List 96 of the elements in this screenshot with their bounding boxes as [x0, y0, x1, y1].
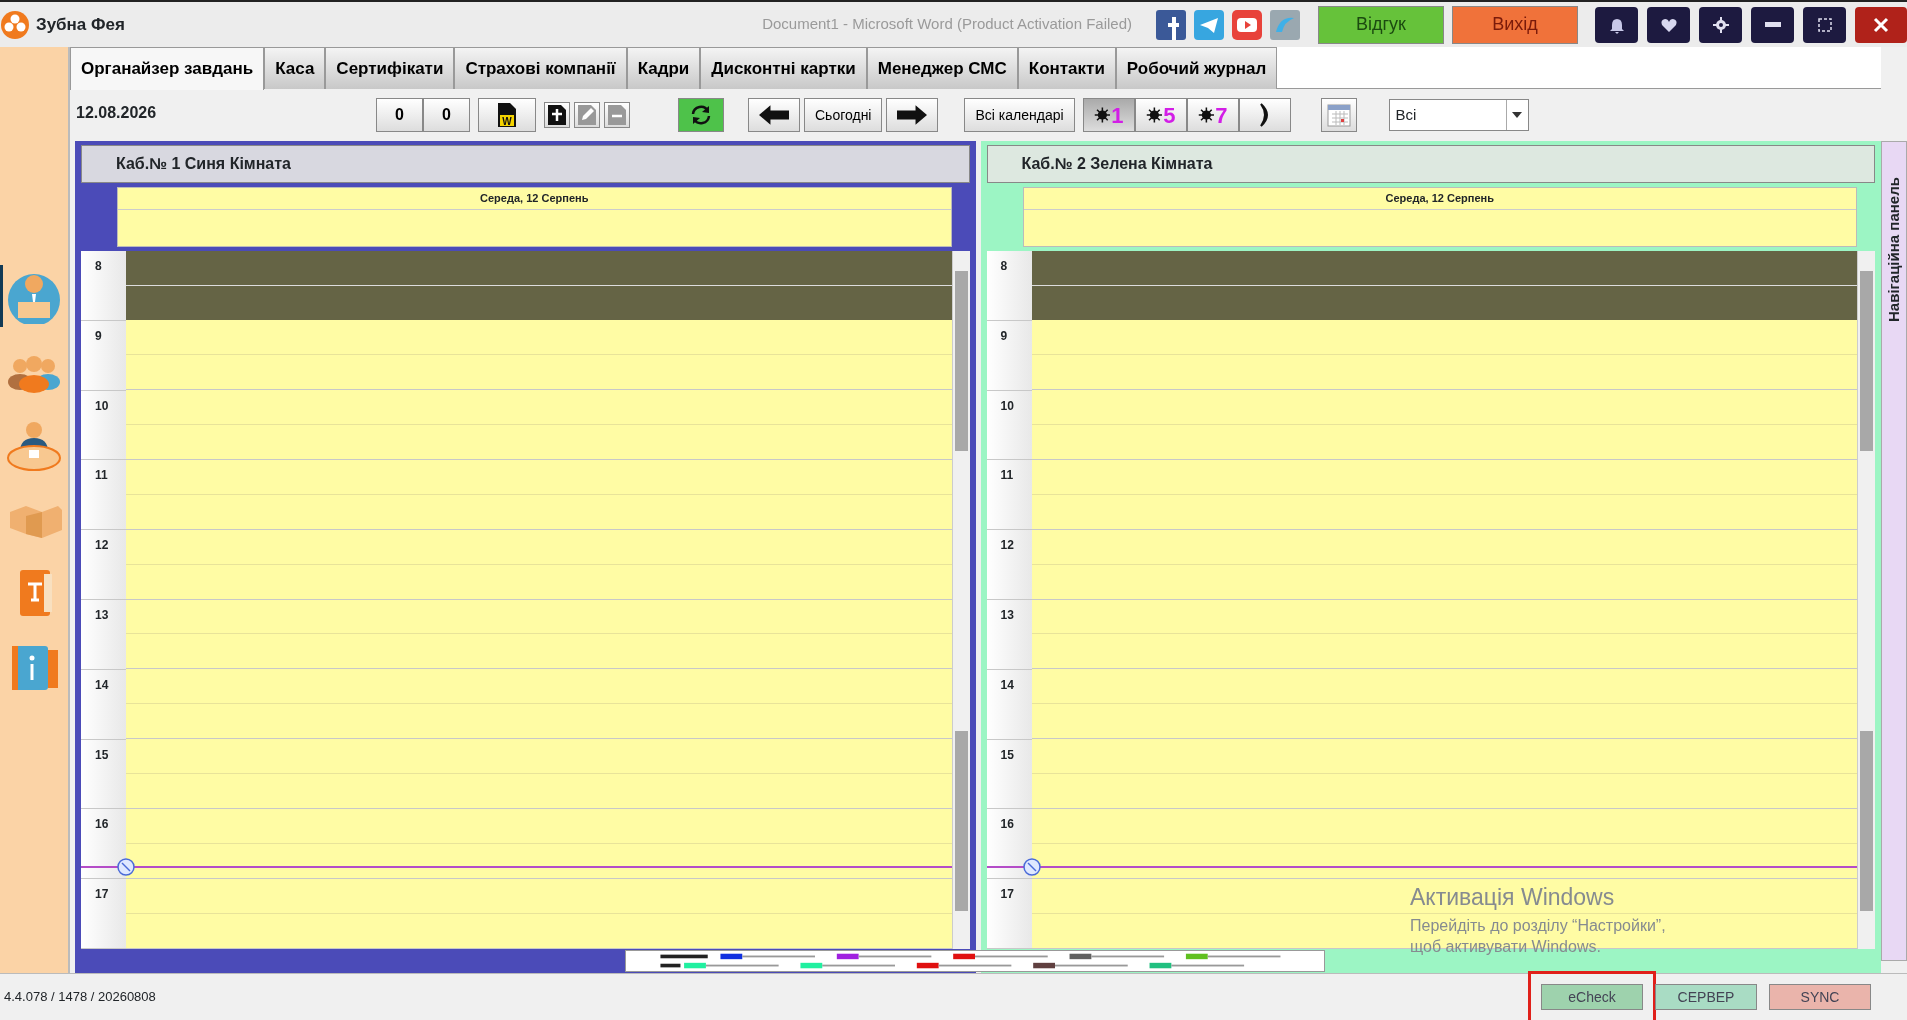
word-document-icon: W: [498, 103, 516, 127]
hour-label: 15: [999, 746, 1015, 764]
exit-button[interactable]: Вихід: [1452, 5, 1578, 44]
settings-icon: [1711, 15, 1730, 34]
close-icon: [1872, 15, 1890, 34]
counter-button[interactable]: 0: [423, 98, 470, 132]
feedback-button[interactable]: Відгук: [1318, 5, 1444, 44]
hour-label: 8: [94, 258, 103, 275]
word-export-button[interactable]: W: [478, 98, 536, 132]
notifications-button[interactable]: [1595, 6, 1638, 43]
left-arrow-icon: [759, 104, 789, 126]
next-button[interactable]: [886, 98, 939, 132]
server-button[interactable]: СЕРВЕР: [1655, 984, 1757, 1010]
tab[interactable]: Органайзер завдань: [70, 47, 265, 90]
day-header: Середа, 12 Серпень: [1023, 188, 1856, 210]
tab[interactable]: Каса: [264, 47, 326, 89]
filter-dropdown[interactable]: Всі: [1388, 99, 1529, 131]
refresh-icon: [689, 103, 713, 127]
blocked-slot[interactable]: [1031, 251, 1857, 286]
hour-label: 9: [94, 327, 103, 345]
time-slot[interactable]: [1031, 319, 1857, 355]
hour-label: 12: [999, 537, 1015, 555]
facebook-icon[interactable]: [1156, 9, 1186, 40]
hour-label: 13: [94, 607, 110, 624]
scrollbar[interactable]: [1857, 251, 1875, 949]
minus-icon: [606, 104, 628, 126]
hour-label: 16: [999, 816, 1015, 834]
app-title: Зубна Фея: [36, 13, 125, 36]
sun-icon: [1197, 104, 1215, 126]
night-view-button[interactable]: [1238, 98, 1291, 132]
hour-label: 13: [999, 607, 1015, 624]
hour-label: 17: [94, 886, 110, 904]
view-button[interactable]: 5: [1134, 98, 1187, 132]
hour-label: 11: [94, 467, 109, 485]
sun-icon: [1145, 104, 1163, 126]
tab[interactable]: Дисконтні картки: [700, 47, 867, 89]
youtube-icon[interactable]: [1232, 9, 1262, 40]
hour-label: 10: [94, 397, 110, 415]
today-button[interactable]: Сьогодні: [804, 98, 883, 132]
blocked-slot[interactable]: [1031, 285, 1857, 320]
plus-icon: [546, 104, 568, 126]
tab[interactable]: Робочий журнал: [1115, 47, 1278, 89]
time-slot[interactable]: [126, 844, 952, 880]
tab[interactable]: Страхові компанії: [454, 47, 627, 89]
refresh-button[interactable]: [678, 98, 724, 132]
time-slot[interactable]: [126, 319, 952, 355]
time-slot[interactable]: [1031, 879, 1857, 915]
add-button[interactable]: [544, 102, 570, 128]
hour-label: 14: [94, 676, 110, 694]
hour-label: 12: [94, 537, 110, 555]
blocked-slot[interactable]: [126, 251, 952, 286]
version-label: 4.4.078 / 1478 / 20260808: [4, 988, 156, 1007]
all-calendars-button[interactable]: Всі календарі: [964, 98, 1075, 132]
logo-icon: [0, 9, 30, 40]
clock-icon: [117, 857, 135, 876]
hour-label: 16: [94, 816, 110, 834]
echeck-button[interactable]: eCheck: [1541, 984, 1643, 1010]
hour-label: 11: [999, 467, 1015, 485]
previous-button[interactable]: [748, 98, 800, 132]
telegram-icon[interactable]: [1194, 9, 1224, 40]
delete-button[interactable]: [604, 102, 630, 128]
day-header: Середа, 12 Серпень: [118, 188, 951, 210]
hour-label: 8: [999, 258, 1009, 275]
settings-button[interactable]: [1699, 6, 1742, 43]
calendar-title: Каб.№ 2 Зелена Кімната: [986, 145, 1875, 183]
hour-label: 15: [94, 746, 110, 764]
hour-label: 10: [999, 397, 1015, 415]
blocked-slot[interactable]: [126, 285, 952, 320]
counter-button[interactable]: 0: [376, 98, 423, 132]
minimize-icon: [1764, 22, 1781, 27]
hour-label: 9: [999, 327, 1009, 345]
favorites-button[interactable]: [1647, 6, 1690, 43]
view-button[interactable]: 7: [1186, 98, 1239, 132]
date-label: 12.08.2026: [76, 103, 158, 123]
pencil-icon: [576, 104, 598, 126]
window-title: Document1 - Microsoft Word (Product Activation Failed): [762, 14, 1132, 35]
sync-button[interactable]: SYNC: [1769, 984, 1871, 1010]
clock-icon: [1022, 857, 1041, 876]
activation-title: Активація Windows: [1410, 883, 1616, 912]
minimize-button[interactable]: [1751, 6, 1794, 43]
calendar-title: Каб.№ 1 Синя Кімната: [81, 145, 970, 183]
tab[interactable]: Менеджер СМС: [866, 47, 1018, 89]
hour-label: 14: [999, 676, 1015, 694]
sun-icon: [1093, 104, 1111, 126]
maximize-icon: [1815, 15, 1834, 34]
close-button[interactable]: [1855, 6, 1907, 43]
tab[interactable]: Кадри: [626, 47, 701, 89]
time-slot[interactable]: [1031, 844, 1857, 880]
hour-label: 17: [999, 886, 1015, 904]
calendar-button[interactable]: [1320, 98, 1357, 132]
right-arrow-icon: [897, 104, 928, 126]
caret-icon: [1512, 112, 1523, 118]
tab[interactable]: Контакти: [1017, 47, 1116, 89]
tab[interactable]: Сертифікати: [325, 47, 455, 89]
maximize-button[interactable]: [1803, 6, 1846, 43]
calendar-icon: [1325, 102, 1352, 128]
